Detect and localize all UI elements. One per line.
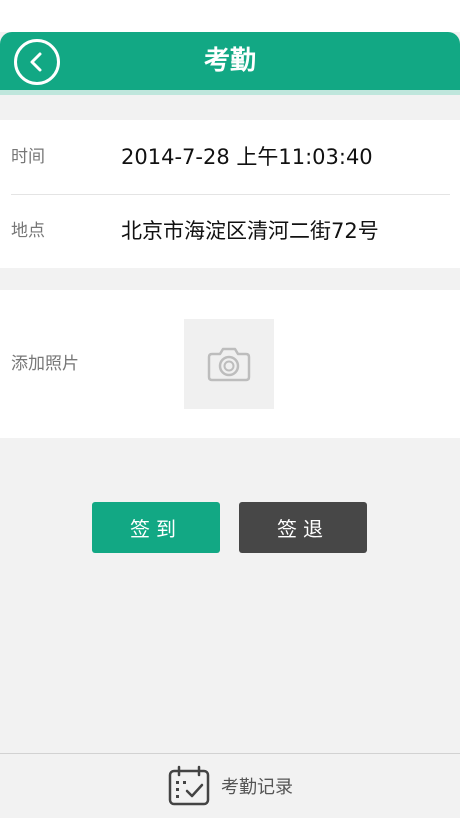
attendance-records-label: 考勤记录 [221,777,293,798]
location-label: 地点 [11,221,45,241]
header-divider [0,90,460,95]
status-bar [0,0,460,32]
photo-card: 添加照片 [0,290,460,438]
back-arrow-icon [30,52,42,72]
bottom-bar: 考勤记录 [0,753,460,818]
back-button[interactable] [14,39,60,85]
info-card: 时间 2014-7-28 上午11:03:40 地点 北京市海淀区清河二街72号 [0,120,460,268]
time-label: 时间 [11,147,45,167]
time-value: 2014-7-28 上午11:03:40 [121,145,373,169]
location-row: 地点 北京市海淀区清河二街72号 [0,194,460,268]
add-photo-label: 添加照片 [11,354,79,374]
page-title: 考勤 [203,46,256,76]
calendar-check-icon [168,765,210,806]
app-header: 考勤 [0,32,460,90]
add-photo-button[interactable] [184,319,274,409]
location-value: 北京市海淀区清河二街72号 [121,219,379,243]
attendance-records-button[interactable]: 考勤记录 [167,765,293,806]
sign-out-button[interactable]: 签退 [239,502,367,553]
camera-icon [207,347,251,382]
sign-in-button[interactable]: 签到 [92,502,220,553]
time-row: 时间 2014-7-28 上午11:03:40 [0,120,460,194]
